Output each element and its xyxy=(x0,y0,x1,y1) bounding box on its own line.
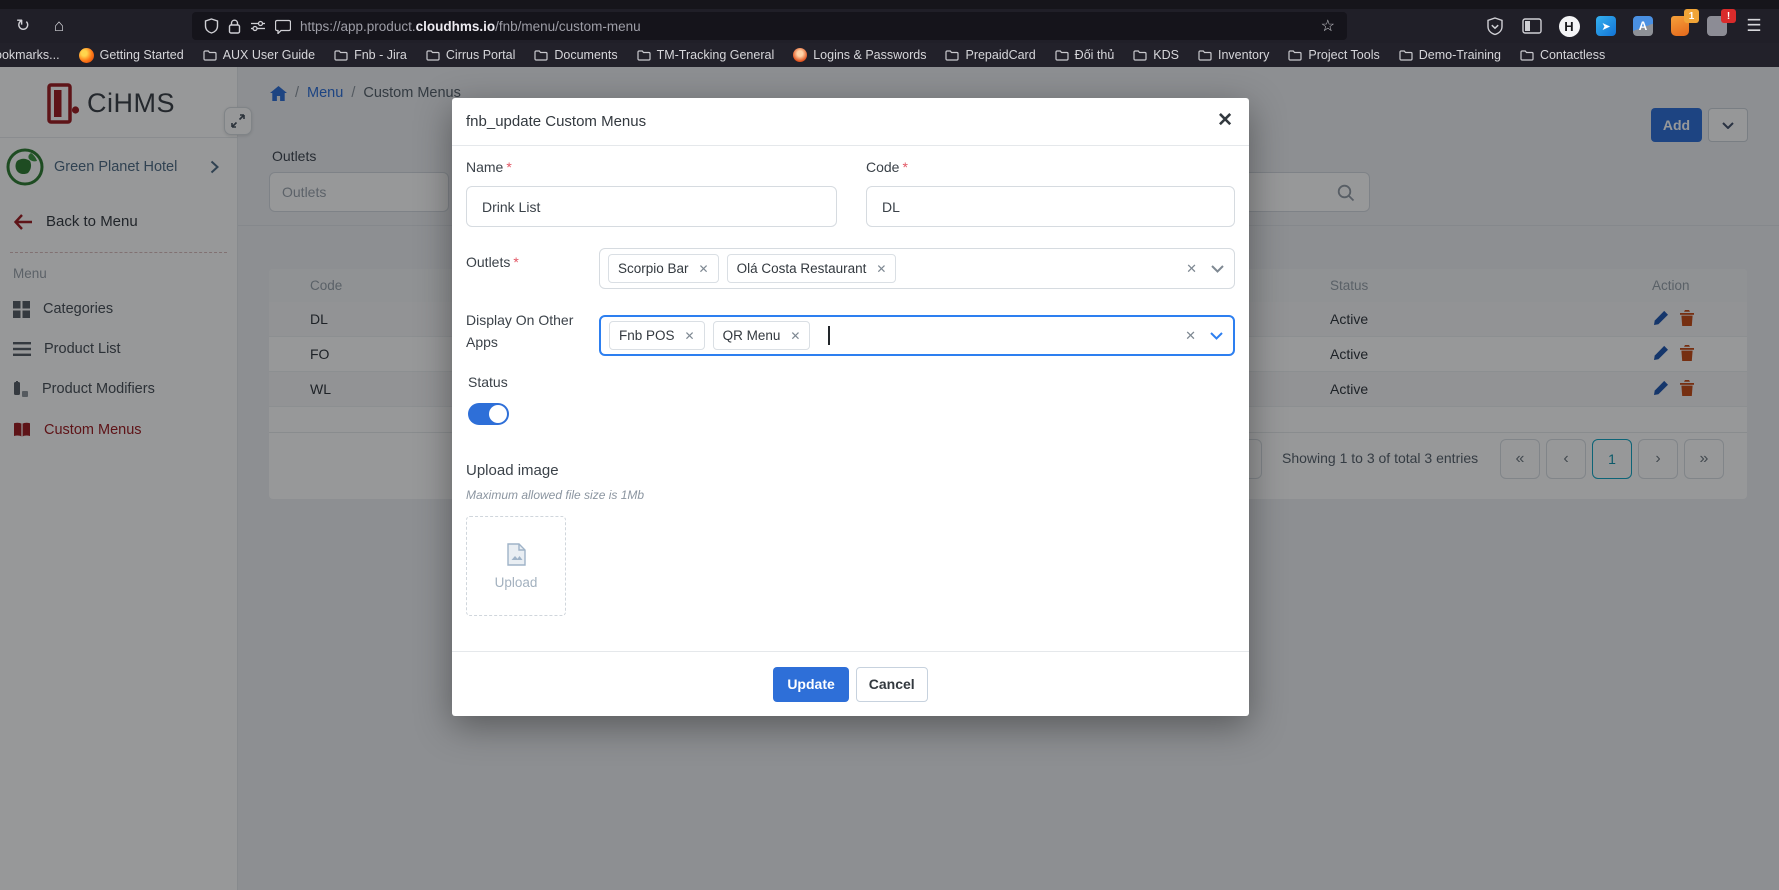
name-label: Name* xyxy=(466,159,512,175)
browser-toolbar: ↻ ⌂ https://app.product.cloudhms.io/fnb/… xyxy=(0,9,1779,43)
bookmark-folder[interactable]: Cirrus Portal xyxy=(426,48,515,62)
code-label: Code* xyxy=(866,159,908,175)
name-field[interactable] xyxy=(466,186,837,227)
folder-icon xyxy=(1133,50,1147,61)
clear-select-icon[interactable]: ✕ xyxy=(1185,328,1196,344)
home-icon[interactable]: ⌂ xyxy=(44,12,74,40)
chip-remove-icon[interactable]: ✕ xyxy=(790,329,800,343)
app-chip: QR Menu ✕ xyxy=(713,321,811,350)
display-apps-multiselect[interactable]: Fnb POS ✕ QR Menu ✕ ✕ xyxy=(599,315,1235,356)
permissions-sliders-icon[interactable] xyxy=(250,20,266,32)
folder-icon xyxy=(203,50,217,61)
tracking-shield-icon[interactable] xyxy=(204,18,219,34)
bookmark-folder[interactable]: Project Tools xyxy=(1288,48,1379,62)
app-menu-icon[interactable]: ☰ xyxy=(1743,15,1765,37)
outlets-multiselect[interactable]: Scorpio Bar ✕ Olá Costa Restaurant ✕ ✕ xyxy=(599,248,1235,289)
update-button[interactable]: Update xyxy=(773,667,848,702)
bookmark-folder[interactable]: KDS xyxy=(1133,48,1179,62)
folder-icon xyxy=(1288,50,1302,61)
folder-icon xyxy=(1399,50,1413,61)
status-toggle[interactable] xyxy=(468,403,509,425)
clear-select-icon[interactable]: ✕ xyxy=(1186,261,1197,277)
folder-icon xyxy=(637,50,651,61)
folder-icon xyxy=(334,50,348,61)
chip-label: Fnb POS xyxy=(619,328,675,343)
folder-icon xyxy=(534,50,548,61)
file-image-icon xyxy=(507,543,526,566)
translate-extension-icon[interactable]: A xyxy=(1632,15,1654,37)
display-apps-label: Display On Other Apps xyxy=(466,310,584,353)
folder-icon xyxy=(426,50,440,61)
text-cursor xyxy=(828,326,830,345)
modal-title: fnb_update Custom Menus xyxy=(466,98,646,146)
bookmark-star-icon[interactable]: ☆ xyxy=(1321,16,1335,36)
lock-icon[interactable] xyxy=(228,19,241,34)
alert-badge: ! xyxy=(1721,9,1736,23)
bookmarks-bar: ookmarks... Getting Started AUX User Gui… xyxy=(0,43,1779,67)
window-titlebar xyxy=(0,0,1779,9)
h-extension-icon[interactable]: H xyxy=(1558,15,1580,37)
folder-icon xyxy=(1055,50,1069,61)
chip-label: QR Menu xyxy=(723,328,781,343)
cancel-button[interactable]: Cancel xyxy=(856,667,928,702)
bookmark-item[interactable]: ookmarks... xyxy=(0,48,60,62)
chevron-down-icon[interactable] xyxy=(1210,332,1223,340)
outlet-chip: Olá Costa Restaurant ✕ xyxy=(727,254,897,283)
modal-header: fnb_update Custom Menus ✕ xyxy=(452,98,1249,146)
upload-hint: Maximum allowed file size is 1Mb xyxy=(466,488,644,502)
url-bar[interactable]: https://app.product.cloudhms.io/fnb/menu… xyxy=(192,12,1347,40)
bookmark-folder[interactable]: Fnb - Jira xyxy=(334,48,407,62)
update-custom-menus-modal: fnb_update Custom Menus ✕ Name* Code* Ou… xyxy=(452,98,1249,716)
pocket-shield-icon[interactable] xyxy=(1484,15,1506,37)
sidebar-toggle-icon[interactable] xyxy=(1521,15,1543,37)
outlet-chip: Scorpio Bar ✕ xyxy=(608,254,719,283)
bookmark-folder[interactable]: TM-Tracking General xyxy=(637,48,775,62)
chip-label: Olá Costa Restaurant xyxy=(737,261,867,276)
wallet-badge: 1 xyxy=(1684,9,1699,23)
chip-remove-icon[interactable]: ✕ xyxy=(876,262,886,276)
bookmark-folder[interactable]: AUX User Guide xyxy=(203,48,315,62)
app-viewport: CiHMS Green Planet Hotel Back to Menu Me… xyxy=(0,67,1779,890)
notification-bubble-icon[interactable] xyxy=(275,19,291,34)
chip-label: Scorpio Bar xyxy=(618,261,689,276)
upload-button-label: Upload xyxy=(495,575,538,590)
upload-image-title: Upload image xyxy=(466,462,559,479)
folder-icon xyxy=(945,50,959,61)
chip-remove-icon[interactable]: ✕ xyxy=(685,329,695,343)
chip-remove-icon[interactable]: ✕ xyxy=(699,262,709,276)
wallet-extension-icon[interactable]: 1 xyxy=(1669,15,1691,37)
chevron-down-icon[interactable] xyxy=(1211,265,1224,273)
folder-icon xyxy=(1198,50,1212,61)
close-icon[interactable]: ✕ xyxy=(1217,109,1233,132)
page-url: https://app.product.cloudhms.io/fnb/menu… xyxy=(300,19,641,34)
required-mark: * xyxy=(513,254,518,270)
outlets-label: Outlets* xyxy=(466,254,519,270)
status-label: Status xyxy=(468,374,508,390)
bookmark-folder[interactable]: Demo-Training xyxy=(1399,48,1501,62)
modal-footer: Update Cancel xyxy=(452,651,1249,716)
deepl-extension-icon[interactable]: ➤ xyxy=(1595,15,1617,37)
bookmark-folder[interactable]: Inventory xyxy=(1198,48,1269,62)
bookmark-item[interactable]: Logins & Passwords xyxy=(793,48,926,62)
bookmark-item[interactable]: Getting Started xyxy=(79,48,184,63)
firefox-icon xyxy=(79,48,94,63)
reload-icon[interactable]: ↻ xyxy=(8,12,38,40)
bookmark-folder[interactable]: PrepaidCard xyxy=(945,48,1035,62)
bookmark-folder[interactable]: Documents xyxy=(534,48,617,62)
bookmark-folder[interactable]: Đối thủ xyxy=(1055,48,1115,62)
password-manager-icon xyxy=(793,48,807,62)
alert-extension-icon[interactable]: ! xyxy=(1706,15,1728,37)
folder-icon xyxy=(1520,50,1534,61)
bookmark-folder[interactable]: Contactless xyxy=(1520,48,1605,62)
upload-dropzone[interactable]: Upload xyxy=(466,516,566,616)
required-mark: * xyxy=(902,159,907,175)
code-field[interactable] xyxy=(866,186,1235,227)
app-chip: Fnb POS ✕ xyxy=(609,321,705,350)
required-mark: * xyxy=(506,159,511,175)
